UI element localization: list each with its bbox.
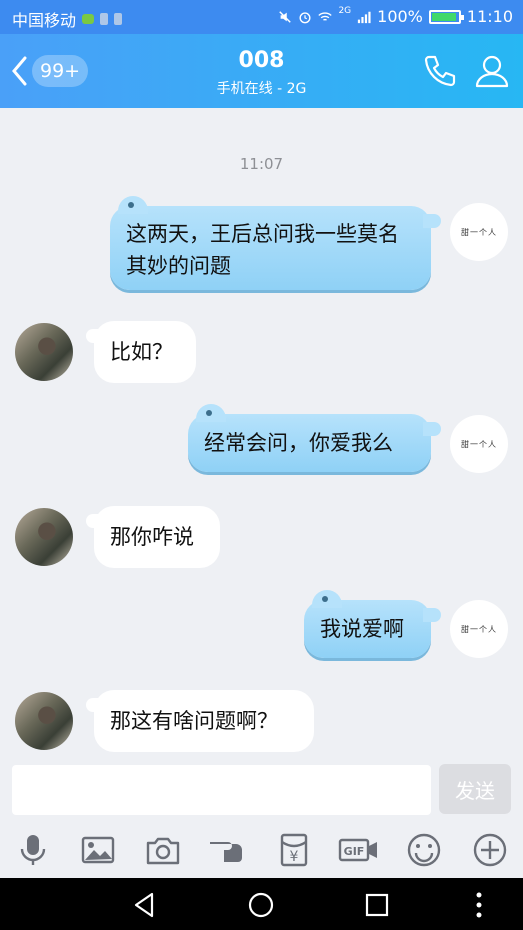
svg-text:¥: ¥ [290, 849, 299, 865]
received-message-bubble[interactable]: 比如？ [86, 321, 196, 383]
sent-message-bubble[interactable]: 我说爱啊 [304, 590, 441, 658]
my-avatar-text: 甜一个人 [461, 439, 497, 449]
composer: 发送 [0, 760, 523, 826]
alarm-icon [299, 11, 311, 23]
nav-home-icon[interactable] [246, 890, 276, 920]
message-list[interactable]: 11:07 这两天，王后总问我一些莫名其妙的问题 甜一个人 比如？ 经常会问，你… [0, 108, 523, 760]
signal-icon [358, 11, 371, 23]
status-bar: 中国移动 2G 100% 11:10 [0, 0, 523, 34]
message-text: 这两天，王后总问我一些莫名其妙的问题 [126, 222, 399, 278]
nav-recents-icon[interactable] [362, 890, 392, 920]
my-avatar-text: 甜一个人 [461, 624, 497, 634]
gif-icon[interactable]: GIF [338, 832, 380, 868]
contact-avatar[interactable] [15, 508, 73, 566]
mute-icon [279, 10, 292, 23]
wechat-notification-icon [82, 14, 95, 24]
red-packet-icon[interactable]: ¥ [276, 832, 312, 868]
battery-percent: 100% [377, 7, 423, 26]
message-timestamp: 11:07 [239, 155, 284, 173]
chat-toolbar: ¥ GIF [0, 826, 523, 878]
sent-message-bubble[interactable]: 经常会问，你爱我么 [188, 404, 441, 472]
received-message-bubble[interactable]: 那这有啥问题啊？ [86, 690, 314, 752]
my-avatar-text: 甜一个人 [461, 227, 497, 237]
notification-icon [100, 13, 109, 25]
my-avatar[interactable]: 甜一个人 [450, 415, 508, 473]
message-text: 那你咋说 [110, 525, 194, 549]
network-type: 2G [338, 5, 352, 16]
carrier-name: 中国移动 [12, 11, 77, 30]
poke-icon[interactable] [208, 832, 250, 868]
received-message-bubble[interactable]: 那你咋说 [86, 506, 220, 568]
message-text: 我说爱啊 [320, 617, 404, 641]
message-input[interactable] [12, 765, 431, 815]
message-text: 比如？ [110, 340, 173, 364]
plus-icon[interactable] [472, 832, 508, 868]
nav-back-icon[interactable] [130, 890, 160, 920]
battery-icon [428, 9, 464, 24]
message-text: 经常会问，你爱我么 [204, 431, 393, 455]
contact-avatar[interactable] [15, 692, 73, 750]
clock: 11:10 [466, 7, 513, 26]
my-avatar[interactable]: 甜一个人 [450, 203, 508, 261]
nav-menu-icon[interactable] [464, 890, 494, 920]
send-button[interactable]: 发送 [439, 764, 511, 814]
sent-message-bubble[interactable]: 这两天，王后总问我一些莫名其妙的问题 [110, 196, 441, 290]
emoji-icon[interactable] [406, 832, 442, 868]
wifi-icon [318, 11, 333, 21]
my-avatar[interactable]: 甜一个人 [450, 600, 508, 658]
profile-icon[interactable] [473, 52, 511, 90]
phone-call-icon[interactable] [420, 52, 458, 90]
microphone-icon[interactable] [15, 832, 51, 868]
chat-header: 99+ 008 手机在线 - 2G [0, 34, 523, 108]
system-navigation-bar [0, 878, 523, 930]
image-icon[interactable] [80, 832, 116, 868]
message-text: 那这有啥问题啊？ [110, 709, 278, 733]
svg-text:GIF: GIF [344, 845, 365, 858]
notification-icon [114, 13, 123, 25]
camera-icon[interactable] [145, 832, 181, 868]
contact-avatar[interactable] [15, 323, 73, 381]
